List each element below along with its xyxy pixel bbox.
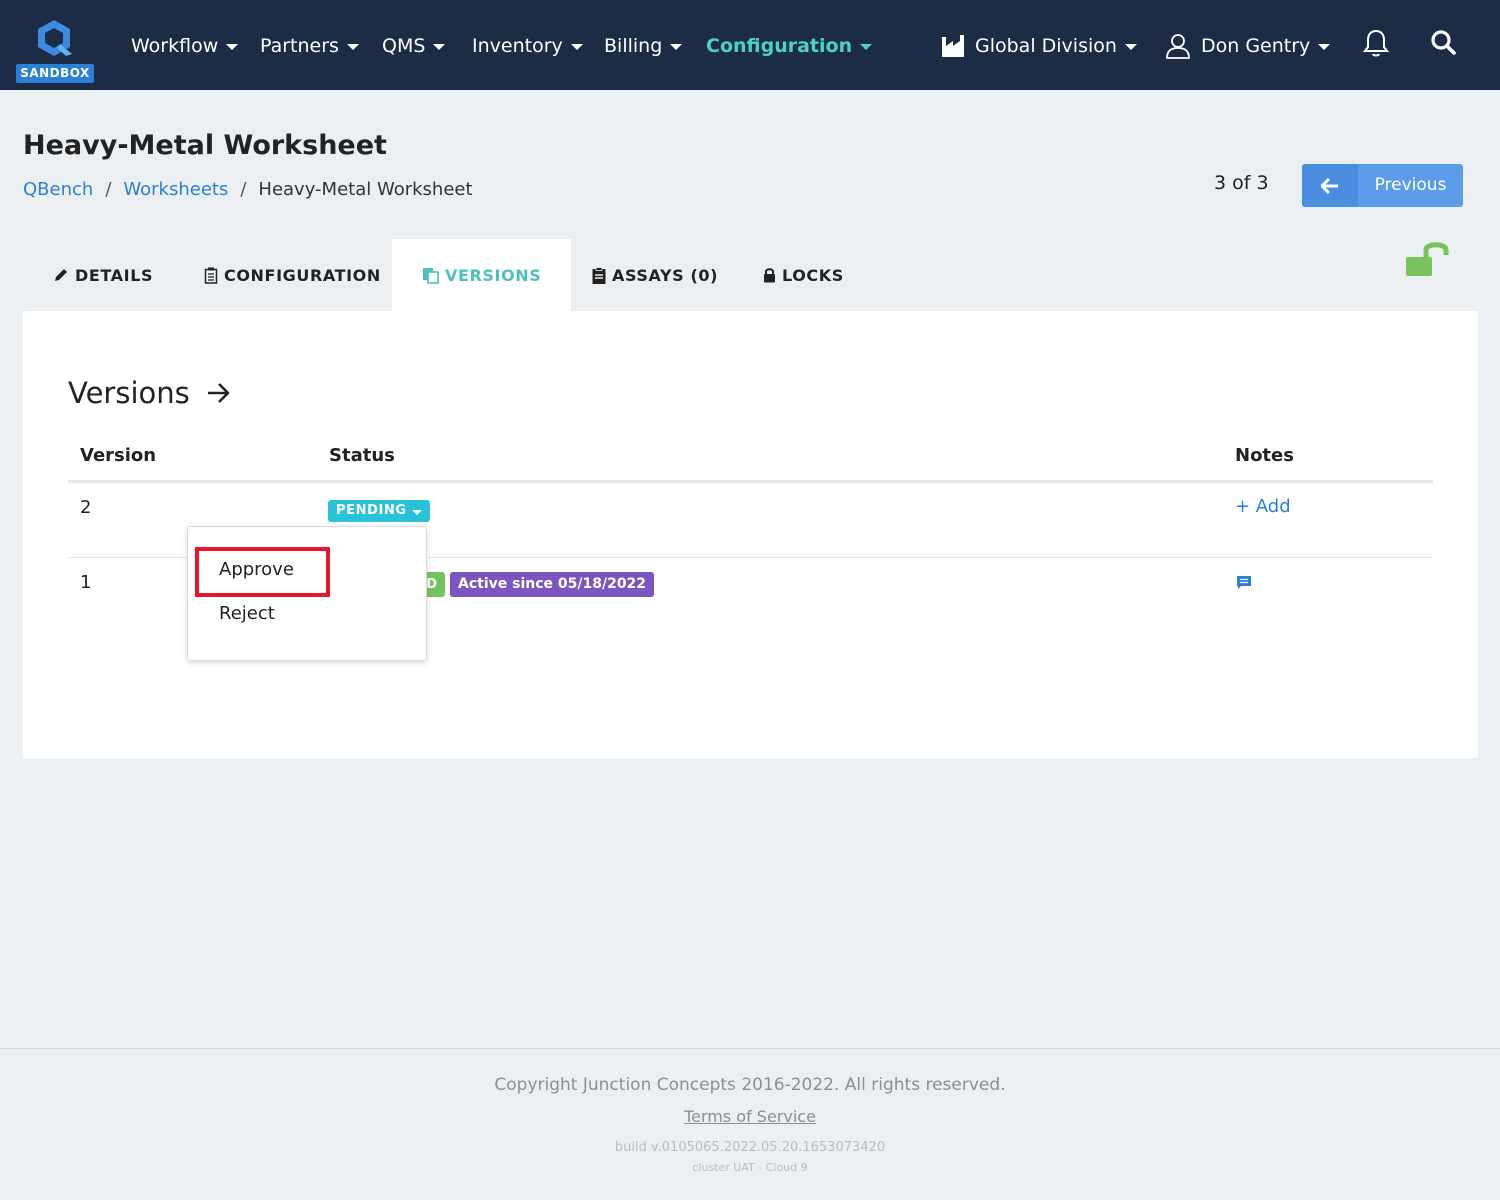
- notifications-button[interactable]: [1362, 28, 1392, 60]
- nav-inventory-label: Inventory: [472, 35, 563, 57]
- nav-configuration[interactable]: Configuration: [706, 32, 873, 60]
- nav-configuration-label: Configuration: [706, 35, 853, 57]
- column-header-status: Status: [329, 445, 395, 466]
- versions-title: Versions: [68, 376, 190, 410]
- footer-cluster: cluster UAT - Cloud 9: [692, 1161, 808, 1174]
- logo-icon: [38, 20, 72, 56]
- status-dropdown-toggle[interactable]: PENDING: [328, 500, 430, 522]
- user-name: Don Gentry: [1201, 35, 1311, 57]
- arrow-right-icon[interactable]: [206, 382, 230, 404]
- nav-workflow[interactable]: Workflow: [131, 32, 239, 60]
- column-header-notes: Notes: [1235, 445, 1294, 466]
- clipboard-list-icon: [592, 266, 606, 284]
- terms-of-service-link: Terms of Service: [0, 1107, 1500, 1126]
- tab-details[interactable]: DETAILS: [23, 239, 183, 311]
- sandbox-badge: SANDBOX: [16, 64, 94, 83]
- tab-locks[interactable]: LOCKS: [733, 239, 874, 311]
- nav-inventory[interactable]: Inventory: [472, 32, 583, 60]
- approve-highlight-box: [195, 547, 330, 597]
- user-menu[interactable]: Don Gentry: [1165, 32, 1331, 60]
- chevron-down-icon: [346, 44, 359, 50]
- chevron-down-icon: [433, 44, 446, 50]
- add-note-link[interactable]: + Add: [1235, 496, 1291, 517]
- copy-icon: [423, 267, 439, 284]
- version-number: 2: [80, 497, 92, 518]
- breadcrumb-separator: /: [240, 179, 247, 200]
- division-label: Global Division: [975, 35, 1117, 57]
- top-navbar: SANDBOX Workflow Partners QMS Inventory …: [0, 0, 1500, 90]
- nav-partners-label: Partners: [260, 35, 339, 57]
- footer-copyright: Copyright Junction Concepts 2016-2022. A…: [494, 1075, 1006, 1095]
- tab-locks-label: LOCKS: [782, 265, 844, 285]
- breadcrumb-worksheets[interactable]: Worksheets: [123, 179, 228, 200]
- search-icon: [1431, 30, 1456, 55]
- nav-billing[interactable]: Billing: [604, 32, 683, 60]
- breadcrumb: QBench / Worksheets / Heavy-Metal Worksh…: [23, 179, 473, 200]
- tab-configuration-label: CONFIGURATION: [224, 265, 381, 285]
- nav-workflow-label: Workflow: [131, 35, 219, 57]
- chevron-down-icon: [670, 44, 683, 50]
- breadcrumb-separator: /: [105, 179, 112, 200]
- table-header-divider: [68, 480, 1433, 483]
- nav-qms-label: QMS: [382, 35, 426, 57]
- breadcrumb-current: Heavy-Metal Worksheet: [258, 179, 473, 200]
- breadcrumb-qbench[interactable]: QBench: [23, 179, 93, 200]
- chevron-down-icon: [1124, 44, 1137, 50]
- previous-label: Previous: [1374, 175, 1447, 195]
- chevron-down-icon: [570, 44, 583, 50]
- chevron-down-icon: [860, 44, 873, 50]
- tab-assays-label: ASSAYS (0): [612, 265, 718, 285]
- versions-heading: Versions: [68, 376, 230, 410]
- unlocked-icon[interactable]: [1405, 240, 1449, 278]
- nav-partners[interactable]: Partners: [260, 32, 359, 60]
- chevron-down-icon: [226, 44, 239, 50]
- chevron-down-icon: [1318, 44, 1331, 50]
- user-icon: [1166, 34, 1190, 59]
- tab-versions-label: VERSIONS: [445, 265, 542, 285]
- chevron-down-icon: [411, 509, 422, 515]
- search-button[interactable]: [1430, 28, 1460, 60]
- factory-icon: [942, 35, 964, 57]
- pager-count: 3 of 3: [1214, 172, 1269, 194]
- reject-option[interactable]: Reject: [219, 603, 275, 624]
- active-since-badge: Active since 05/18/2022: [450, 572, 655, 597]
- column-header-version: Version: [80, 445, 157, 466]
- page-title: Heavy-Metal Worksheet: [23, 130, 387, 161]
- tab-details-label: DETAILS: [75, 265, 154, 285]
- division-selector[interactable]: Global Division: [941, 32, 1137, 60]
- footer-divider: [0, 1048, 1500, 1049]
- footer-build: build v.0105065.2022.05.20.1653073420: [614, 1140, 886, 1155]
- terms-of-service-text[interactable]: Terms of Service: [684, 1107, 816, 1126]
- arrow-left-icon: [1302, 164, 1358, 207]
- status-badge: PENDING: [336, 503, 407, 518]
- nav-qms[interactable]: QMS: [382, 32, 446, 60]
- tab-assays[interactable]: ASSAYS (0): [562, 239, 748, 311]
- version-number: 1: [80, 572, 92, 593]
- previous-button[interactable]: Previous: [1302, 164, 1463, 207]
- bell-icon: [1363, 29, 1389, 57]
- tab-configuration[interactable]: CONFIGURATION: [174, 239, 411, 311]
- pencil-icon: [55, 269, 67, 281]
- tab-versions[interactable]: VERSIONS: [392, 239, 572, 311]
- lock-icon: [764, 268, 775, 283]
- comment-icon[interactable]: [1236, 575, 1252, 590]
- logo[interactable]: SANDBOX: [16, 16, 94, 84]
- tabs-bar: DETAILS CONFIGURATION VERSIONS ASSAYS (0…: [23, 239, 1478, 311]
- clipboard-icon: [204, 267, 218, 284]
- nav-billing-label: Billing: [604, 35, 663, 57]
